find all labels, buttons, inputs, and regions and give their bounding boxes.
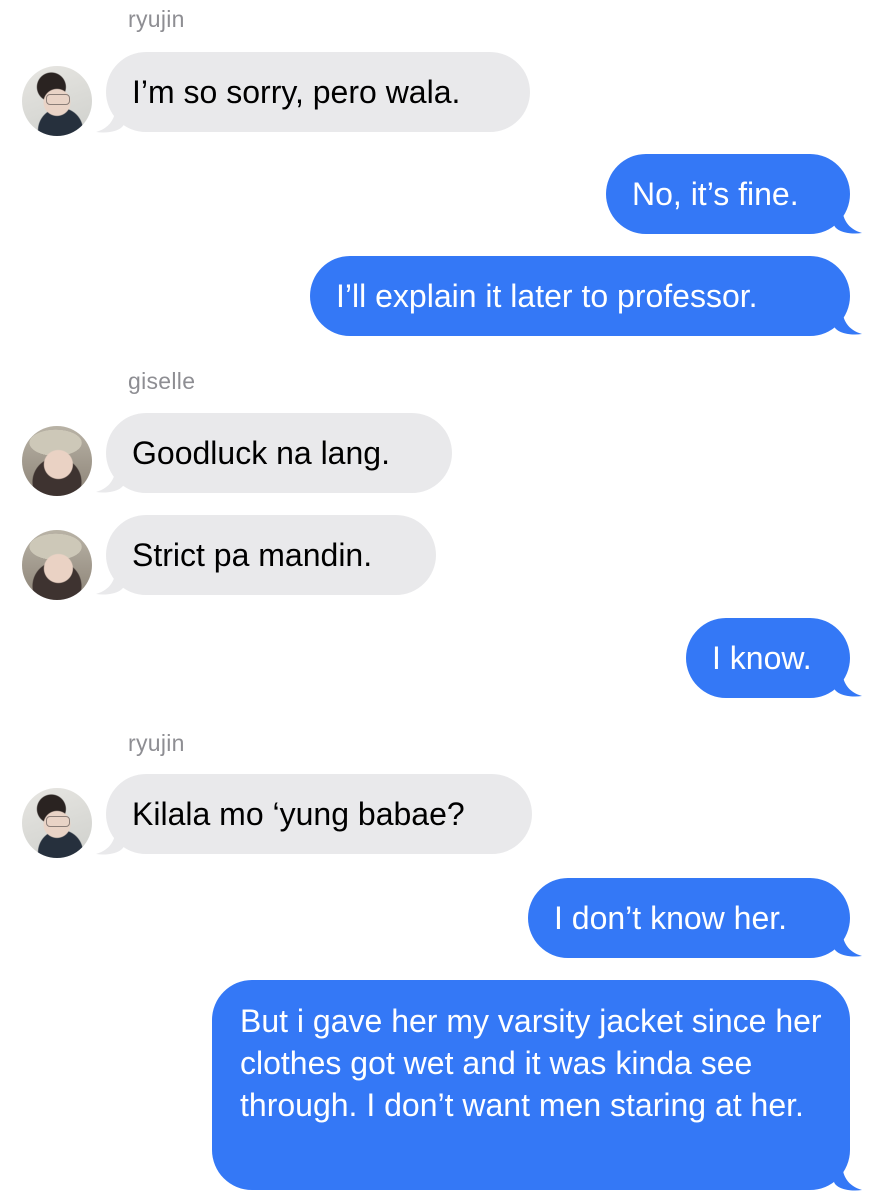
outgoing-message-bubble[interactable]: No, it’s fine. — [606, 154, 850, 234]
ryujin-avatar[interactable] — [22, 788, 92, 858]
incoming-message-bubble[interactable]: Kilala mo ‘yung babae? — [106, 774, 532, 854]
sender-name: ryujin — [128, 730, 185, 756]
outgoing-message-bubble[interactable]: But i gave her my varsity jacket since h… — [212, 980, 850, 1190]
outgoing-message-bubble[interactable]: I know. — [686, 618, 850, 698]
outgoing-message-bubble[interactable]: I don’t know her. — [528, 878, 850, 958]
outgoing-message-bubble[interactable]: I’ll explain it later to professor. — [310, 256, 850, 336]
incoming-message-bubble[interactable]: Strict pa mandin. — [106, 515, 436, 595]
sender-name: ryujin — [128, 6, 185, 32]
sender-name: giselle — [128, 368, 196, 394]
ryujin-avatar[interactable] — [22, 66, 92, 136]
giselle-avatar[interactable] — [22, 530, 92, 600]
giselle-avatar[interactable] — [22, 426, 92, 496]
incoming-message-bubble[interactable]: Goodluck na lang. — [106, 413, 452, 493]
incoming-message-bubble[interactable]: I’m so sorry, pero wala. — [106, 52, 530, 132]
